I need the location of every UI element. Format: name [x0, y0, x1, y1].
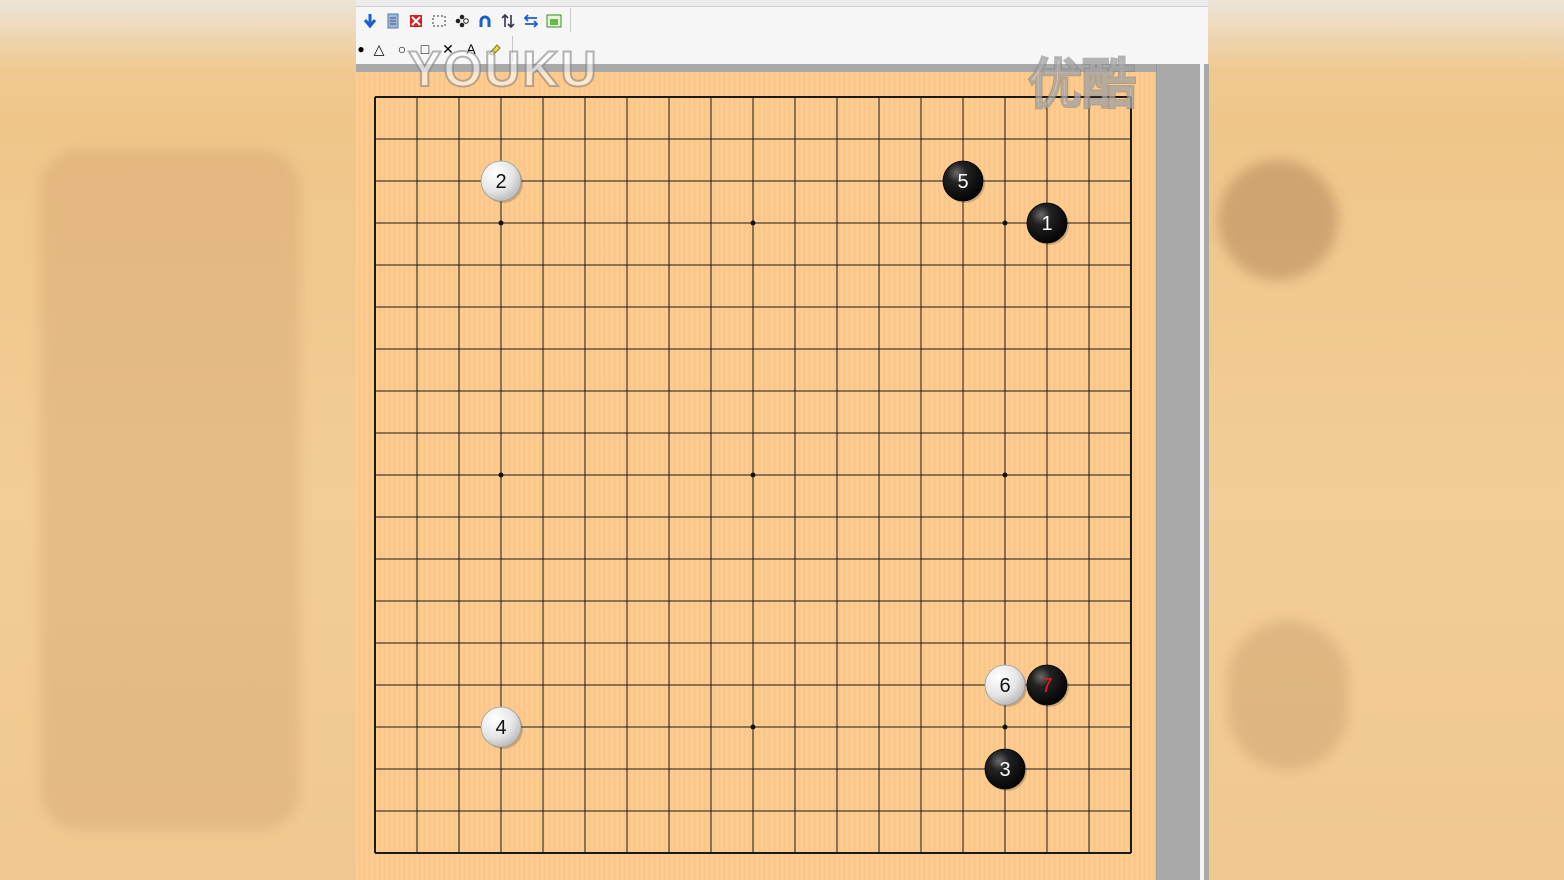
- star-point: [1002, 220, 1008, 226]
- window-icon[interactable]: [544, 10, 564, 32]
- black-stone-5[interactable]: 5: [942, 160, 985, 203]
- go-editor-window: ● △ ○ □ ✕ A 1234567: [356, 0, 1209, 880]
- triangle-tool[interactable]: △: [369, 38, 389, 60]
- stone-number: 1: [1041, 213, 1052, 235]
- window-edge: [1200, 64, 1204, 880]
- star-point: [498, 220, 504, 226]
- board-area: 1 2 3 4 5 6 7: [356, 64, 1156, 880]
- stones-pattern-icon[interactable]: [452, 10, 472, 32]
- black-stone-1[interactable]: 1: [1026, 202, 1069, 245]
- black-stone-3[interactable]: 3: [984, 748, 1027, 791]
- undo-arc-icon[interactable]: [475, 10, 495, 32]
- star-point: [750, 724, 756, 730]
- circle-stone-tool[interactable]: ●: [356, 38, 366, 60]
- board-grid: 1 2 3 4 5 6 7: [374, 96, 1132, 854]
- swap-horizontal-icon[interactable]: [521, 10, 541, 32]
- select-rect-icon[interactable]: [429, 10, 449, 32]
- stone-number: 5: [957, 171, 968, 193]
- menu-strip: [356, 0, 1208, 7]
- stone-number: 3: [999, 759, 1010, 781]
- star-point: [1002, 472, 1008, 478]
- toolbar-separator: [570, 8, 571, 32]
- white-stone-4[interactable]: 4: [480, 706, 523, 749]
- stone-number: 7: [1041, 675, 1052, 697]
- black-stone-7[interactable]: 7: [1026, 664, 1069, 707]
- star-point: [498, 472, 504, 478]
- delete-icon[interactable]: [406, 10, 426, 32]
- go-board[interactable]: 1 2 3 4 5 6 7: [356, 72, 1156, 880]
- swap-vertical-icon[interactable]: [498, 10, 518, 32]
- document-icon[interactable]: [383, 10, 403, 32]
- white-stone-2[interactable]: 2: [480, 160, 523, 203]
- stone-number: 6: [999, 675, 1010, 697]
- youku-watermark: YOUKU: [407, 40, 599, 98]
- white-stone-6[interactable]: 6: [984, 664, 1027, 707]
- youku-cn-watermark: 优酷: [1027, 52, 1137, 117]
- stone-number: 2: [495, 171, 506, 193]
- star-point: [1002, 724, 1008, 730]
- arrow-down-icon[interactable]: [360, 10, 380, 32]
- star-point: [750, 472, 756, 478]
- star-point: [750, 220, 756, 226]
- stone-number: 4: [495, 717, 506, 739]
- blurred-background-left: [0, 0, 356, 880]
- toolbar-row-1: [360, 10, 564, 32]
- blurred-background-right: [1208, 0, 1564, 880]
